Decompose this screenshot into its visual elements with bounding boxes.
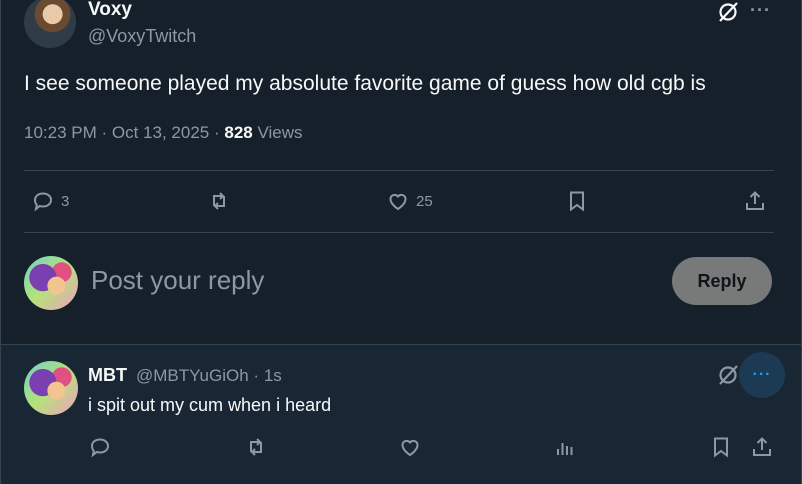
reply-author-name[interactable]: MBT	[88, 365, 127, 386]
reply-more-icon[interactable]: ···	[739, 352, 785, 398]
share-icon	[743, 189, 767, 213]
reply-retweet-action[interactable]	[244, 435, 268, 459]
reply-time[interactable]: 1s	[264, 366, 282, 385]
views-label: Views	[257, 123, 303, 142]
tweet-text: I see someone played my absolute favorit…	[24, 72, 706, 95]
author-handle[interactable]: @VoxyTwitch	[88, 26, 196, 47]
reply-text: i spit out my cum when i heard	[88, 395, 332, 415]
reply-bookmark-action[interactable]	[709, 435, 733, 459]
grok-icon[interactable]	[716, 363, 740, 387]
like-count: 25	[416, 192, 433, 210]
reply-share-action[interactable]	[750, 435, 774, 459]
divider	[24, 232, 774, 233]
reply-icon	[88, 435, 112, 459]
reply-action[interactable]: 3	[31, 189, 69, 213]
reply-author-avatar[interactable]	[24, 361, 78, 415]
retweet-icon	[207, 189, 231, 213]
more-icon[interactable]: ···	[750, 0, 771, 21]
meta-separator: ·	[213, 123, 225, 142]
meta-separator: ·	[253, 366, 264, 385]
reply-count: 3	[61, 192, 70, 210]
analytics-icon	[553, 435, 577, 459]
reply-button[interactable]: Reply	[672, 257, 772, 305]
retweet-action[interactable]	[207, 189, 231, 213]
tweet-time[interactable]: 10:23 PM	[24, 123, 97, 142]
share-action[interactable]	[743, 189, 767, 213]
reply-input[interactable]: Post your reply	[91, 265, 264, 296]
like-action[interactable]: 25	[386, 189, 433, 213]
tweet-date[interactable]: Oct 13, 2025	[112, 123, 209, 142]
views-count: 828	[224, 123, 253, 142]
tweet-meta: 10:23 PM · Oct 13, 2025 · 828 Views	[24, 123, 303, 143]
divider	[24, 170, 774, 171]
like-icon	[386, 189, 410, 213]
grok-icon[interactable]	[716, 0, 740, 24]
bookmark-action[interactable]	[565, 189, 589, 213]
share-icon	[750, 435, 774, 459]
reply-author-meta: @MBTYuGiOh · 1s	[136, 366, 282, 386]
reply-reply-action[interactable]	[88, 435, 112, 459]
meta-separator: ·	[101, 123, 112, 142]
reply-icon	[31, 189, 55, 213]
reply-like-action[interactable]	[398, 435, 422, 459]
retweet-icon	[244, 435, 268, 459]
bookmark-icon	[565, 189, 589, 213]
reply-analytics-action[interactable]	[553, 435, 577, 459]
reply-author-handle[interactable]: @MBTYuGiOh	[136, 366, 249, 385]
like-icon	[398, 435, 422, 459]
bookmark-icon	[709, 435, 733, 459]
user-avatar[interactable]	[24, 256, 78, 310]
author-name[interactable]: Voxy	[88, 0, 132, 21]
